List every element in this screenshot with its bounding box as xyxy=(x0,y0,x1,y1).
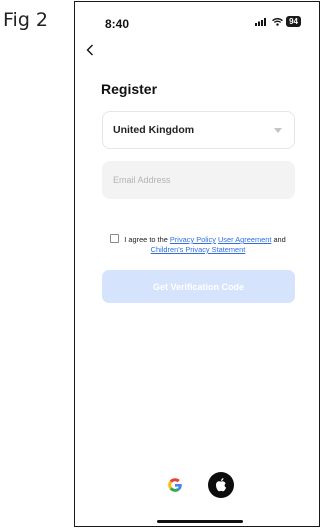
terms-agreement: I agree to the Privacy Policy User Agree… xyxy=(103,234,293,255)
google-icon[interactable] xyxy=(163,473,187,497)
signal-icon xyxy=(255,17,267,26)
childrens-privacy-link[interactable]: Children's Privacy Statement xyxy=(151,245,246,254)
battery-icon: 94 xyxy=(286,16,301,27)
terms-and: and xyxy=(273,235,286,244)
home-indicator xyxy=(157,520,243,523)
country-select[interactable]: United Kingdom xyxy=(102,111,295,149)
wifi-icon xyxy=(272,17,283,26)
privacy-policy-link[interactable]: Privacy Policy xyxy=(170,235,216,244)
phone-screen: 8:40 94 Register United Kingdom I agree … xyxy=(74,1,320,527)
figure-label: Fig 2 xyxy=(3,9,49,31)
get-verification-code-button[interactable]: Get Verification Code xyxy=(102,270,295,303)
apple-login-button[interactable] xyxy=(208,472,234,498)
apple-icon xyxy=(215,478,227,492)
email-field[interactable] xyxy=(102,161,295,199)
country-value: United Kingdom xyxy=(113,124,195,136)
terms-prefix: I agree to the xyxy=(124,235,168,244)
chevron-left-icon[interactable] xyxy=(84,42,98,58)
status-time: 8:40 xyxy=(105,17,130,31)
terms-checkbox[interactable] xyxy=(110,234,120,243)
status-icons: 94 xyxy=(255,16,301,27)
user-agreement-link[interactable]: User Agreement xyxy=(218,235,271,244)
page-title: Register xyxy=(101,81,158,97)
chevron-down-icon xyxy=(274,128,282,133)
